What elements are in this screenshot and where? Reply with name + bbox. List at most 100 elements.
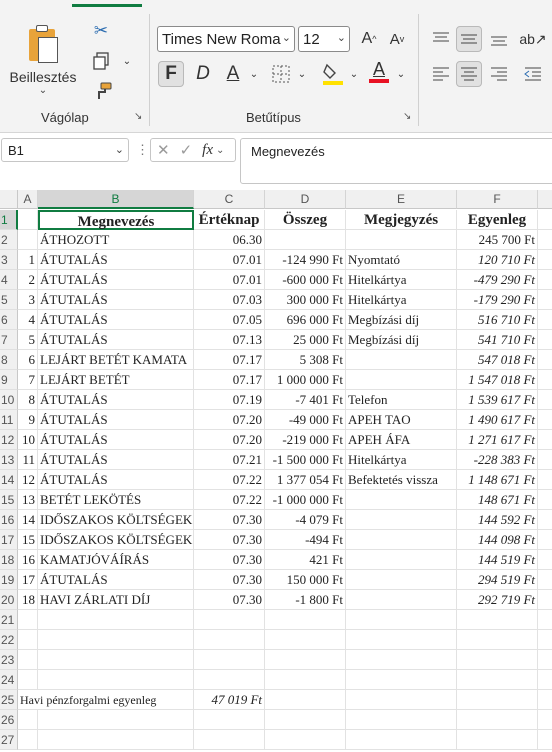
cell-value-date[interactable]: 07.19 (194, 390, 265, 410)
cell-amount[interactable]: -219 000 Ft (265, 430, 346, 450)
cell[interactable] (538, 470, 552, 490)
cell-note[interactable]: Megbízási díj (346, 330, 457, 350)
cell[interactable] (538, 570, 552, 590)
font-color-button[interactable]: A (366, 58, 392, 84)
cell-balance[interactable]: 292 719 Ft (457, 590, 538, 610)
clipboard-dialog-launcher-icon[interactable]: ↘ (134, 111, 142, 122)
cell-note[interactable] (346, 590, 457, 610)
cell[interactable] (538, 550, 552, 570)
cell-description[interactable]: ÁTUTALÁS (38, 250, 194, 270)
cell-sequence-number[interactable] (18, 710, 38, 730)
cell-note[interactable]: APEH ÁFA (346, 430, 457, 450)
cell-description[interactable]: ÁTUTALÁS (38, 570, 194, 590)
row-header[interactable]: 7 (0, 330, 18, 350)
cell[interactable] (538, 270, 552, 290)
row-header[interactable]: 15 (0, 490, 18, 510)
cell-sequence-number[interactable]: 3 (18, 290, 38, 310)
cell-note[interactable]: Megbízási díj (346, 310, 457, 330)
cell-note[interactable] (346, 550, 457, 570)
cell-balance[interactable]: 547 018 Ft (457, 350, 538, 370)
row-header[interactable]: 13 (0, 450, 18, 470)
cell-amount[interactable]: 1 000 000 Ft (265, 370, 346, 390)
cell[interactable] (538, 670, 552, 690)
cell-balance[interactable] (457, 650, 538, 670)
cell-description[interactable]: ÁTUTALÁS (38, 470, 194, 490)
cell[interactable] (457, 690, 538, 710)
cell-note[interactable] (346, 630, 457, 650)
cell-note[interactable] (346, 230, 457, 250)
cell-sequence-number[interactable] (18, 730, 38, 750)
cell-amount[interactable] (265, 610, 346, 630)
cell-description[interactable] (38, 670, 194, 690)
align-right-icon[interactable] (486, 61, 512, 87)
cell[interactable] (538, 290, 552, 310)
cell-amount[interactable] (265, 730, 346, 750)
row-header[interactable]: 24 (0, 670, 18, 690)
font-size-select[interactable]: 12 ⌄ (298, 26, 350, 52)
row-header[interactable]: 4 (0, 270, 18, 290)
cell-balance[interactable]: 148 671 Ft (457, 490, 538, 510)
row-header[interactable]: 25 (0, 690, 18, 710)
cell[interactable] (538, 330, 552, 350)
cell-note[interactable] (346, 490, 457, 510)
cell-value-date[interactable]: 07.13 (194, 330, 265, 350)
copy-dropdown-chevron-icon[interactable]: ⌄ (120, 54, 134, 68)
cell[interactable] (538, 430, 552, 450)
row-header[interactable]: 17 (0, 530, 18, 550)
header-cell-b[interactable]: Megnevezés (38, 210, 194, 230)
cell-balance[interactable] (457, 670, 538, 690)
row-header[interactable]: 8 (0, 350, 18, 370)
cell-description[interactable]: ÁTUTALÁS (38, 410, 194, 430)
cell-balance[interactable] (457, 710, 538, 730)
cell-value-date[interactable] (194, 670, 265, 690)
chevron-down-icon[interactable]: ⌄ (216, 145, 224, 156)
cell-balance[interactable]: 144 592 Ft (457, 510, 538, 530)
header-cell-e[interactable]: Megjegyzés (346, 210, 457, 230)
cell-value-date[interactable] (194, 650, 265, 670)
cell-sequence-number[interactable]: 8 (18, 390, 38, 410)
increase-font-size-icon[interactable]: A ^ (356, 26, 382, 52)
row-header[interactable]: 21 (0, 610, 18, 630)
cell-sequence-number[interactable] (18, 670, 38, 690)
enter-icon[interactable]: ✓ (180, 141, 193, 159)
cell-balance[interactable]: 1 539 617 Ft (457, 390, 538, 410)
decrease-indent-icon[interactable] (520, 61, 546, 87)
font-dialog-launcher-icon[interactable]: ↘ (403, 111, 411, 122)
cell-amount[interactable] (265, 670, 346, 690)
cell-amount[interactable]: -1 800 Ft (265, 590, 346, 610)
row-header[interactable]: 20 (0, 590, 18, 610)
cell-description[interactable]: HAVI ZÁRLATI DÍJ (38, 590, 194, 610)
column-header-b[interactable]: B (38, 190, 194, 209)
cell-amount[interactable]: -4 079 Ft (265, 510, 346, 530)
row-header[interactable]: 1 (0, 210, 18, 230)
cell[interactable] (538, 410, 552, 430)
cell-note[interactable] (346, 370, 457, 390)
font-color-dropdown-chevron-icon[interactable]: ⌄ (395, 68, 407, 80)
row-header[interactable]: 6 (0, 310, 18, 330)
header-cell-d[interactable]: Összeg (265, 210, 346, 230)
cell-value-date[interactable]: 07.30 (194, 550, 265, 570)
cell-amount[interactable] (265, 630, 346, 650)
cell-value-date[interactable]: 07.01 (194, 250, 265, 270)
cell[interactable] (538, 530, 552, 550)
cell-note[interactable]: Hitelkártya (346, 290, 457, 310)
cell-value-date[interactable]: 06.30 (194, 230, 265, 250)
cell-balance[interactable]: 1 271 617 Ft (457, 430, 538, 450)
cell-balance[interactable]: 1 490 617 Ft (457, 410, 538, 430)
cell-amount[interactable]: 421 Ft (265, 550, 346, 570)
cell-amount[interactable]: -1 000 000 Ft (265, 490, 346, 510)
align-top-icon[interactable] (428, 26, 454, 52)
cell-value-date[interactable] (194, 630, 265, 650)
cell[interactable] (538, 310, 552, 330)
cell-sequence-number[interactable]: 10 (18, 430, 38, 450)
cancel-icon[interactable]: ✕ (157, 141, 170, 159)
cell[interactable] (538, 610, 552, 630)
cell-value-date[interactable]: 07.01 (194, 270, 265, 290)
cell-amount[interactable] (265, 650, 346, 670)
cell-sequence-number[interactable]: 12 (18, 470, 38, 490)
cell-balance[interactable]: 120 710 Ft (457, 250, 538, 270)
cell-a1[interactable] (18, 210, 38, 230)
cell-description[interactable]: ÁTHOZOTT (38, 230, 194, 250)
cell-value-date[interactable]: 07.17 (194, 350, 265, 370)
cell-balance[interactable]: -479 290 Ft (457, 270, 538, 290)
